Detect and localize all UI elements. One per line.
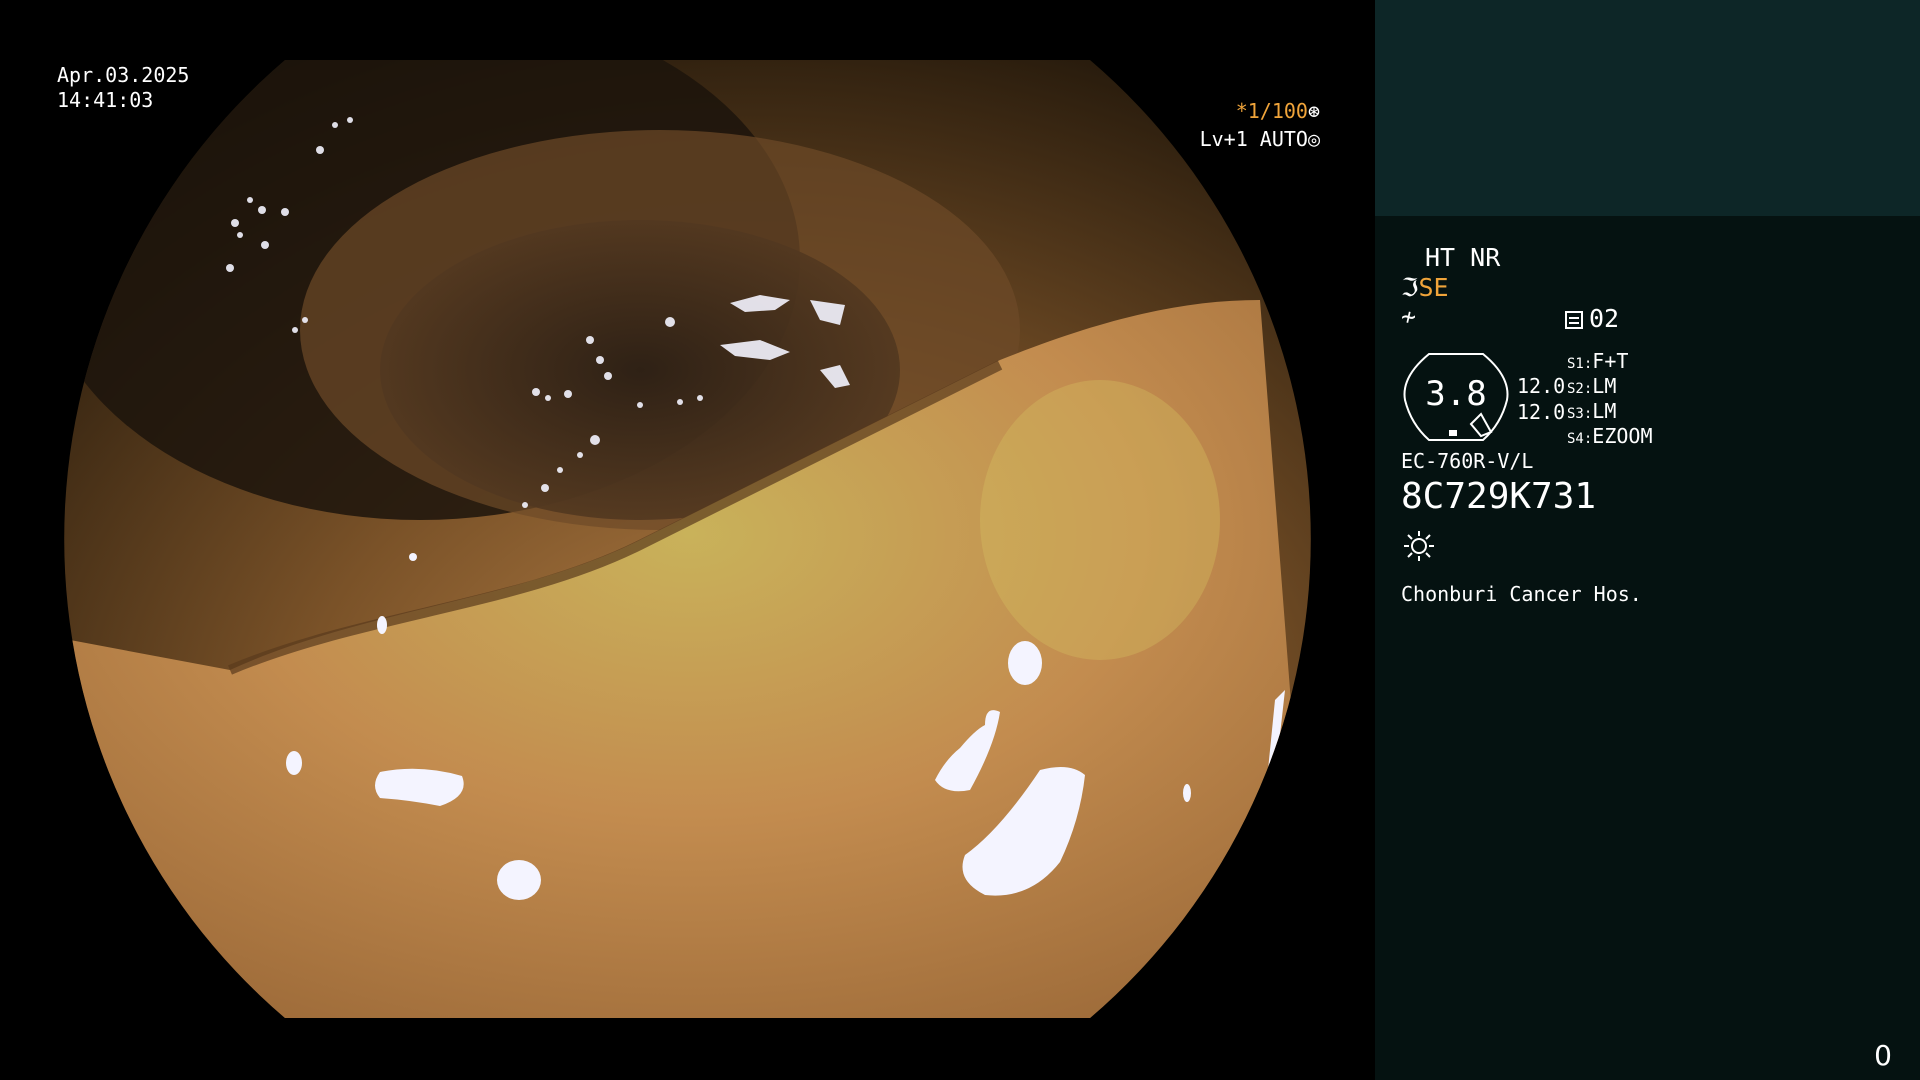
info-panel: HT NR ℑSE ≁ 02 3.8 12.0 12.0 S1:F+T S2:L…	[1375, 0, 1920, 1080]
scope-serial-number: 8C729K731	[1401, 476, 1597, 517]
switch-key: S4:	[1567, 431, 1593, 447]
shutter-speed-text: *1/100	[1235, 99, 1308, 123]
switch-key: S3:	[1567, 406, 1593, 422]
structure-enhancement-icon: ℑ	[1401, 273, 1419, 302]
endoscope-view: Apr.03.2025 14:41:03 *1/100⊛ Lv+1 AUTO◎	[0, 0, 1375, 1080]
zoom-value: 3.8	[1425, 374, 1487, 414]
switch-value: LM	[1592, 374, 1617, 398]
shutter-icon: ⊛	[1307, 99, 1320, 123]
iris-icon: ◎	[1307, 127, 1320, 151]
switch-value: F+T	[1592, 349, 1629, 373]
exam-time: 14:41:03	[57, 88, 154, 112]
frame-rate-2: 12.0	[1517, 400, 1566, 424]
switch-value: LM	[1592, 399, 1617, 423]
memo-icon	[1565, 311, 1583, 329]
switch-key: S1:	[1567, 356, 1593, 372]
light-sun-icon	[1404, 531, 1434, 561]
memo-row: 02	[1565, 306, 1619, 332]
endoscopic-image	[64, 60, 1311, 1018]
switch-key: S2:	[1567, 381, 1593, 397]
enhancement-slash-icon: ≁	[1401, 302, 1417, 331]
hospital-name: Chonburi Cancer Hos.	[1401, 582, 1642, 606]
se-row: ℑSE	[1401, 275, 1449, 301]
brightness-level: Lv+1 AUTO◎	[1200, 127, 1320, 151]
memo-label: 02	[1589, 304, 1620, 333]
scope-model: EC-760R-V/L	[1401, 449, 1534, 473]
switch-row: S4:EZOOM	[1567, 423, 1653, 452]
info-panel-header	[1375, 0, 1920, 216]
ht-nr-label: HT NR	[1425, 243, 1501, 272]
image-counter: 0	[1874, 1039, 1892, 1072]
frame-rate-1: 12.0	[1517, 374, 1566, 398]
switch-value: EZOOM	[1592, 424, 1653, 448]
shutter-speed: *1/100⊛	[1236, 99, 1320, 123]
se-label: SE	[1418, 273, 1449, 302]
brightness-level-text: Lv+1 AUTO	[1199, 127, 1308, 151]
exam-date: Apr.03.2025	[57, 63, 190, 87]
